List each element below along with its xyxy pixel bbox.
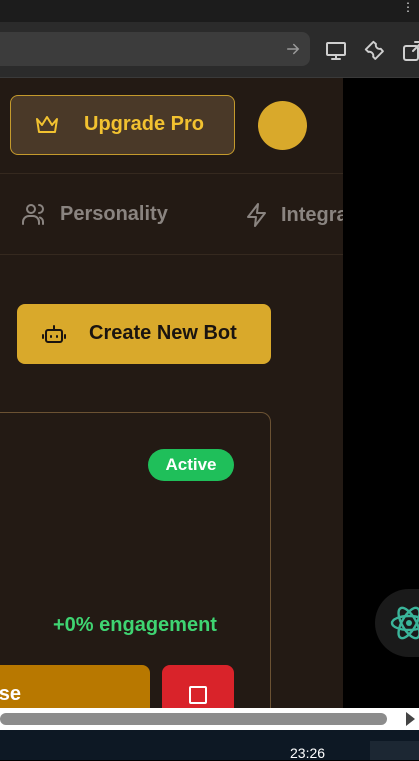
arrow-right-icon[interactable] — [284, 40, 302, 58]
browser-title-strip: ⋮ — [0, 0, 419, 22]
upgrade-pro-button[interactable]: Upgrade Pro — [10, 95, 235, 155]
users-icon — [22, 204, 44, 225]
avatar[interactable] — [258, 101, 307, 150]
scrollbar-thumb[interactable] — [0, 713, 387, 725]
external-link-icon[interactable] — [401, 39, 419, 63]
browser-toolbar — [0, 22, 419, 78]
pause-button[interactable]: se — [0, 665, 150, 708]
create-new-bot-button[interactable]: Create New Bot — [17, 304, 271, 364]
upgrade-pro-label: Upgrade Pro — [84, 113, 205, 135]
engagement-stat: +0% engagement — [53, 614, 217, 636]
app-viewport: Upgrade Pro Personality Integrations Cre… — [0, 78, 343, 708]
stop-button[interactable] — [162, 665, 234, 708]
monitor-icon[interactable] — [324, 39, 348, 63]
react-icon — [390, 606, 419, 640]
taskbar-clock[interactable]: 23:26 — [290, 745, 325, 761]
tab-integrations[interactable]: Integrations — [245, 202, 343, 228]
zap-icon — [247, 203, 266, 227]
scroll-right-arrow-icon[interactable] — [406, 712, 415, 726]
address-bar[interactable] — [0, 32, 310, 66]
show-desktop-button[interactable] — [370, 741, 419, 760]
browser-menu-dots[interactable]: ⋮ — [402, 0, 415, 14]
divider — [0, 173, 343, 174]
pause-button-label: se — [0, 683, 21, 705]
create-new-bot-label: Create New Bot — [89, 322, 237, 344]
tab-label: Integrations — [281, 203, 343, 226]
crown-icon — [36, 116, 58, 133]
divider — [0, 254, 343, 255]
wrench-icon[interactable] — [363, 39, 387, 63]
square-icon — [189, 686, 207, 704]
status-badge: Active — [148, 449, 234, 481]
tab-personality[interactable]: Personality — [22, 202, 168, 226]
taskbar: 23:26 — [0, 730, 419, 761]
tab-label: Personality — [60, 202, 168, 225]
bot-icon — [42, 325, 66, 343]
horizontal-scrollbar[interactable] — [0, 708, 419, 730]
